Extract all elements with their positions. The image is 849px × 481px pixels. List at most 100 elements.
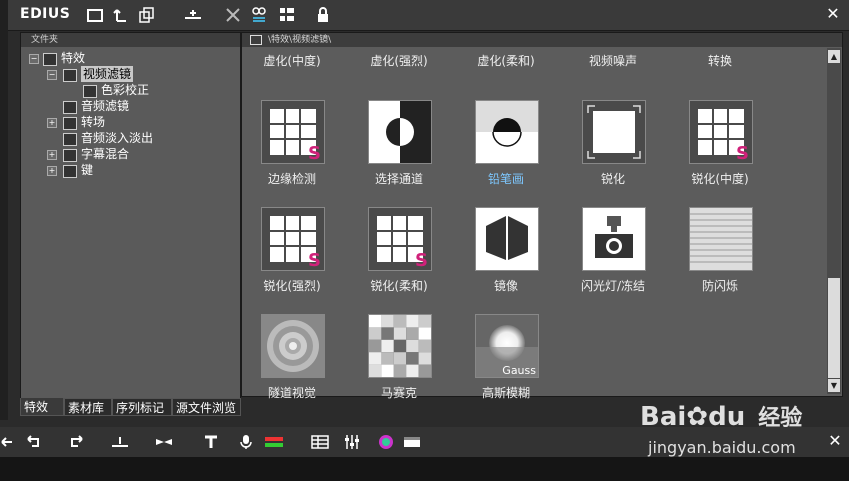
tab-sequence-markers[interactable]: 序列标记	[112, 398, 172, 416]
camera-thumbnail-icon	[582, 207, 646, 271]
path-text: \特效\视频滤镜\	[268, 35, 332, 45]
expand-icon[interactable]: +	[47, 118, 57, 128]
audio-filter-icon	[63, 101, 77, 114]
cut-icon[interactable]	[222, 4, 244, 26]
window-icon[interactable]	[402, 433, 422, 451]
view-icon[interactable]	[276, 4, 298, 26]
title-mixer-icon	[63, 149, 77, 162]
timeline-icon[interactable]	[182, 4, 204, 26]
effect-item-strobe[interactable]: 闪光灯/冻结	[563, 207, 663, 297]
tree-item-title-mixers[interactable]: 字幕混合	[81, 146, 129, 162]
folder-open-icon	[63, 69, 77, 82]
effect-item-pencil-sketch[interactable]: 铅笔画	[456, 100, 556, 190]
effect-item-mosaic[interactable]: 马赛克	[349, 314, 449, 404]
effect-label: 隧道视觉	[267, 386, 316, 400]
ripple-icon[interactable]	[154, 433, 174, 451]
expand-icon[interactable]: +	[47, 166, 57, 176]
text-title-icon[interactable]	[202, 433, 222, 451]
effects-content-pane: \特效\视频滤镜\ 虚化(中度) 虚化(强烈) 虚化(柔和) 视频噪声 转换 S…	[241, 32, 843, 400]
effect-label: 边缘检测	[267, 172, 316, 186]
folder-icon[interactable]	[84, 4, 106, 26]
effect-label: 高斯模糊	[481, 386, 530, 400]
redo-icon[interactable]	[66, 433, 86, 451]
effect-item[interactable]: 转换	[670, 47, 770, 77]
grid-thumbnail-icon: S	[261, 207, 325, 271]
effect-label: 铅笔画	[487, 172, 524, 186]
bottom-panel: ✕	[0, 427, 849, 481]
gauss-thumbnail-icon: Gauss	[475, 314, 539, 378]
tab-source-browser[interactable]: 源文件浏览	[172, 398, 241, 416]
scroll-thumb[interactable]	[828, 278, 840, 378]
tree-item-audio-filters[interactable]: 音频滤镜	[81, 98, 129, 114]
effect-item-sharpen[interactable]: 锐化	[563, 100, 663, 190]
tab-effects[interactable]: 特效	[20, 398, 64, 416]
mixer-icon[interactable]	[342, 433, 362, 451]
effect-label: 锐化(中度)	[691, 172, 749, 186]
effect-label: 虚化(强烈)	[370, 54, 428, 68]
effect-label: 马赛克	[380, 386, 417, 400]
tree-item-audio-fade[interactable]: 音频淡入淡出	[81, 130, 153, 146]
sharpen-thumbnail-icon	[582, 100, 646, 164]
undo-icon[interactable]	[24, 433, 44, 451]
path-bar: \特效\视频滤镜\	[242, 33, 842, 47]
effect-item[interactable]: 视频噪声	[563, 47, 663, 77]
transition-icon	[63, 117, 77, 130]
svg-text:S: S	[415, 250, 428, 270]
arrow-left-icon[interactable]	[0, 433, 20, 451]
effect-label: 闪光灯/冻结	[580, 279, 646, 293]
svg-text:S: S	[736, 143, 749, 163]
expand-icon[interactable]: +	[47, 150, 57, 160]
microphone-icon[interactable]	[236, 433, 256, 451]
effect-item-tunnel-vision[interactable]: 隧道视觉	[242, 314, 342, 404]
audio-fade-icon	[63, 133, 77, 146]
mosaic-thumbnail-icon	[368, 314, 432, 378]
up-folder-icon[interactable]	[110, 4, 132, 26]
effect-label: 镜像	[493, 279, 518, 293]
collapse-icon[interactable]: −	[29, 54, 39, 64]
color-wheel-icon[interactable]	[376, 433, 396, 451]
mirror-thumbnail-icon	[475, 207, 539, 271]
bottom-close-icon[interactable]: ✕	[826, 431, 844, 450]
effect-item-sharpen-medium[interactable]: S 锐化(中度)	[670, 100, 770, 190]
effect-item-anti-flicker[interactable]: 防闪烁	[670, 207, 770, 297]
tree-item-effects[interactable]: 特效	[61, 50, 85, 66]
effect-item-gaussian-blur[interactable]: Gauss 高斯模糊	[456, 314, 556, 404]
effect-item[interactable]: 虚化(中度)	[242, 47, 342, 77]
effect-item[interactable]: 虚化(强烈)	[349, 47, 449, 77]
tree-item-keyers[interactable]: 键	[81, 162, 93, 178]
effect-label: 虚化(柔和)	[477, 54, 535, 68]
grid-thumbnail-icon: S	[689, 100, 753, 164]
effect-item[interactable]: 虚化(柔和)	[456, 47, 556, 77]
effect-item-select-channel[interactable]: 选择通道	[349, 100, 449, 190]
tree-item-transitions[interactable]: 转场	[81, 114, 105, 130]
scroll-down-icon[interactable]: ▼	[828, 379, 840, 392]
collapse-icon[interactable]: −	[47, 70, 57, 80]
keyer-icon	[63, 165, 77, 178]
tab-bin[interactable]: 素材库	[64, 398, 112, 416]
effect-label: 选择通道	[374, 172, 423, 186]
folder-open-icon	[43, 53, 57, 66]
tree-item-video-filters[interactable]: 视频滤镜	[81, 66, 134, 82]
copy-icon[interactable]	[136, 4, 158, 26]
render-icon[interactable]	[264, 433, 284, 451]
effect-item-sharpen-soft[interactable]: S 锐化(柔和)	[349, 207, 449, 297]
effect-label: 视频噪声	[588, 54, 637, 68]
vertical-scrollbar[interactable]: ▲ ▼	[827, 48, 841, 394]
lock-icon[interactable]	[312, 4, 334, 26]
properties-icon[interactable]	[248, 4, 270, 26]
table-icon[interactable]	[310, 433, 330, 451]
scroll-up-icon[interactable]: ▲	[828, 50, 840, 63]
filter-icon	[83, 85, 97, 98]
folder-pane-header: 文件夹	[21, 33, 240, 47]
title-toolbar: EDIUS ✕	[8, 0, 849, 31]
effect-item-mirror[interactable]: 镜像	[456, 207, 556, 297]
effect-item-sharpen-strong[interactable]: S 锐化(强烈)	[242, 207, 342, 297]
effect-item-edge-detect[interactable]: S 边缘检测	[242, 100, 342, 190]
tree-item-color-correction[interactable]: 色彩校正	[101, 82, 149, 98]
effect-label: 锐化(柔和)	[370, 279, 428, 293]
svg-text:S: S	[308, 143, 321, 163]
insert-icon[interactable]	[110, 433, 130, 451]
close-icon[interactable]: ✕	[824, 4, 842, 23]
folder-icon	[250, 35, 262, 45]
grid-thumbnail-icon: S	[261, 100, 325, 164]
